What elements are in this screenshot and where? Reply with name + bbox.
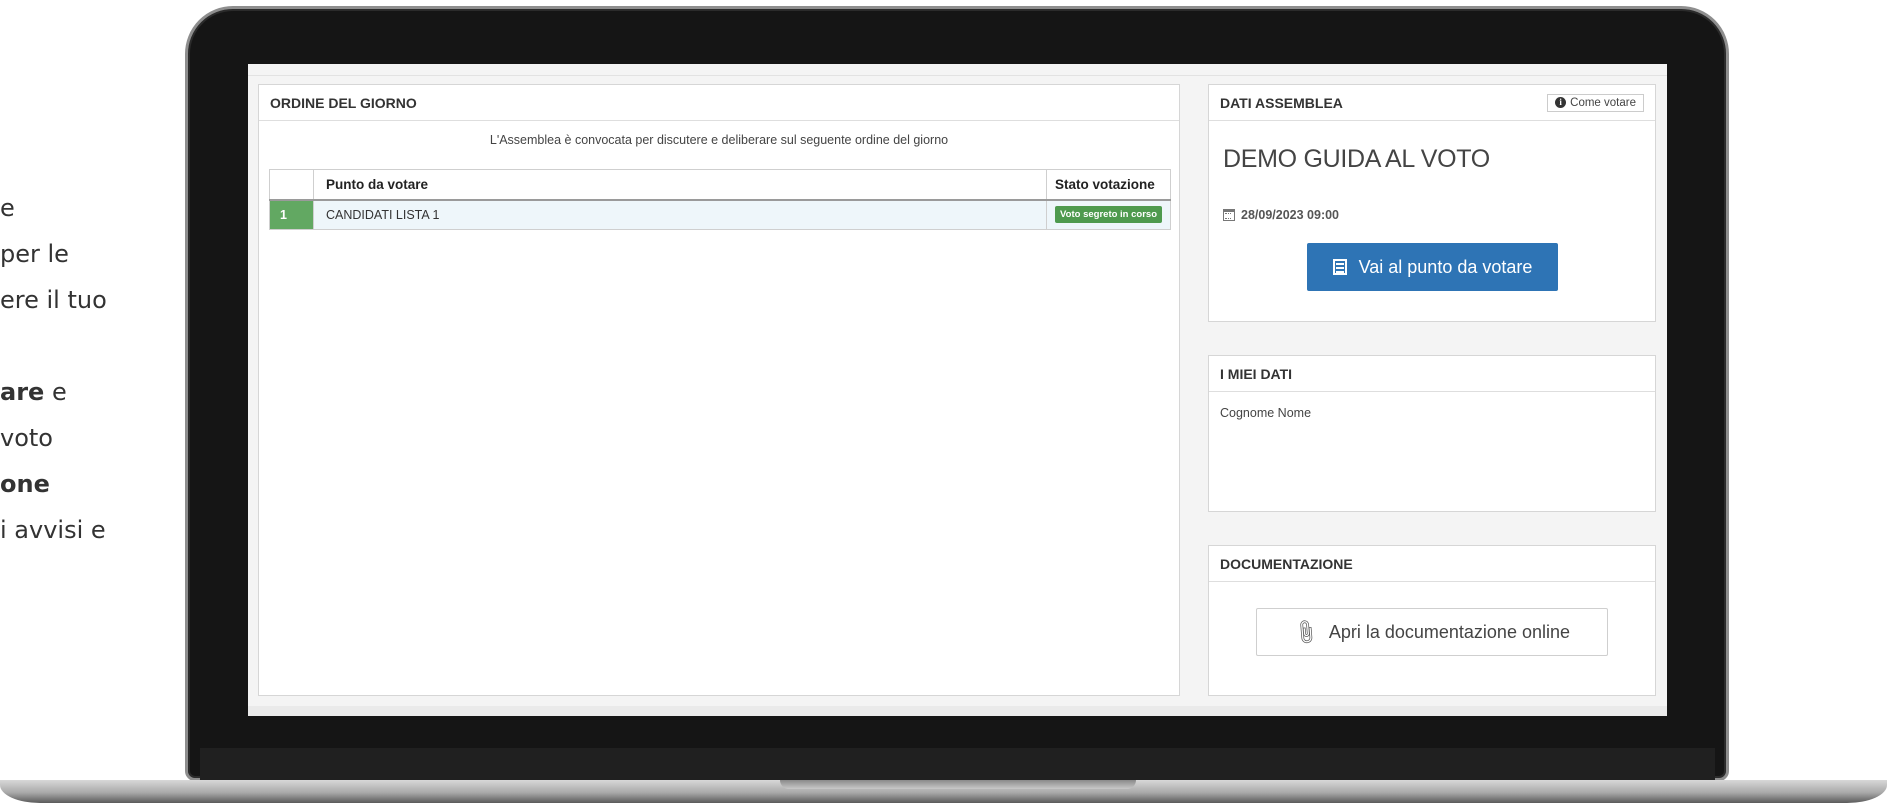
panel-title: DOCUMENTAZIONE	[1220, 555, 1353, 572]
calendar-icon	[1223, 209, 1235, 221]
laptop-screen: ORDINE DEL GIORNO L'Assemblea è convocat…	[248, 64, 1667, 716]
screen-bottom-bar	[248, 706, 1667, 716]
vai-al-punto-button[interactable]: Vai al punto da votare	[1307, 243, 1558, 291]
side-bold: one	[0, 470, 50, 498]
side-description: e per le ere il tuo are e voto one i avv…	[0, 185, 190, 553]
side-line: i avvisi e	[0, 516, 106, 544]
table-header-row: Punto da votare Stato votazione	[269, 169, 1171, 201]
apri-documentazione-label: Apri la documentazione online	[1328, 621, 1570, 642]
apri-documentazione-button[interactable]: 📎︎ Apri la documentazione online	[1256, 608, 1608, 656]
column-header-stato: Stato votazione	[1046, 169, 1171, 201]
paperclip-icon: 📎︎	[1290, 616, 1321, 647]
laptop-chin	[200, 748, 1715, 780]
row-number: 1	[269, 199, 314, 230]
panel-title: ORDINE DEL GIORNO	[270, 94, 417, 111]
laptop-notch	[780, 780, 1136, 789]
side-line: one	[0, 461, 190, 507]
column-header-num	[269, 169, 314, 201]
side-line-rest: e	[44, 378, 67, 406]
vai-al-punto-label: Vai al punto da votare	[1358, 256, 1533, 277]
table-row[interactable]: 1 CANDIDATI LISTA 1 Voto segreto in cors…	[269, 199, 1171, 230]
side-line: voto	[0, 424, 53, 452]
ordine-del-giorno-panel: ORDINE DEL GIORNO L'Assemblea è convocat…	[258, 84, 1180, 696]
event-date-text: 28/09/2023 09:00	[1241, 208, 1340, 222]
panel-header: ORDINE DEL GIORNO	[259, 85, 1179, 121]
stage: e per le ere il tuo are e voto one i avv…	[0, 0, 1887, 803]
documentazione-panel: DOCUMENTAZIONE 📎︎ Apri la documentazione…	[1208, 545, 1656, 696]
side-bold: are	[0, 378, 45, 406]
status-badge: Voto segreto in corso	[1055, 206, 1162, 224]
ordine-table: Punto da votare Stato votazione 1 CANDID…	[269, 169, 1171, 230]
dati-assemblea-panel: DATI ASSEMBLEA i Come votare DEMO GUIDA …	[1208, 84, 1656, 322]
column-header-punto: Punto da votare	[312, 169, 1048, 201]
row-stato: Voto segreto in corso	[1046, 199, 1171, 230]
list-icon	[1332, 259, 1347, 275]
panel-header: I MIEI DATI	[1209, 356, 1655, 392]
ordine-intro: L'Assemblea è convocata per discutere e …	[489, 133, 949, 147]
come-votare-button[interactable]: i Come votare	[1547, 93, 1644, 112]
panel-header: DATI ASSEMBLEA i Come votare	[1209, 85, 1655, 121]
miei-dati-panel: I MIEI DATI Cognome Nome	[1208, 355, 1656, 512]
side-line: e	[0, 194, 15, 222]
row-punto[interactable]: CANDIDATI LISTA 1	[312, 199, 1048, 230]
event-name: DEMO GUIDA AL VOTO	[1223, 145, 1490, 173]
screen-top-bar	[248, 64, 1667, 76]
user-name: Cognome Nome	[1220, 406, 1312, 420]
come-votare-label: Come votare	[1570, 96, 1636, 109]
side-line: per le	[0, 240, 69, 268]
side-line: ere il tuo	[0, 286, 107, 314]
event-date: 28/09/2023 09:00	[1223, 208, 1655, 222]
panel-header: DOCUMENTAZIONE	[1209, 546, 1655, 582]
panel-title: I MIEI DATI	[1220, 365, 1293, 382]
info-icon: i	[1555, 97, 1567, 108]
side-line: are e	[0, 369, 190, 415]
panel-title: DATI ASSEMBLEA	[1220, 94, 1343, 111]
